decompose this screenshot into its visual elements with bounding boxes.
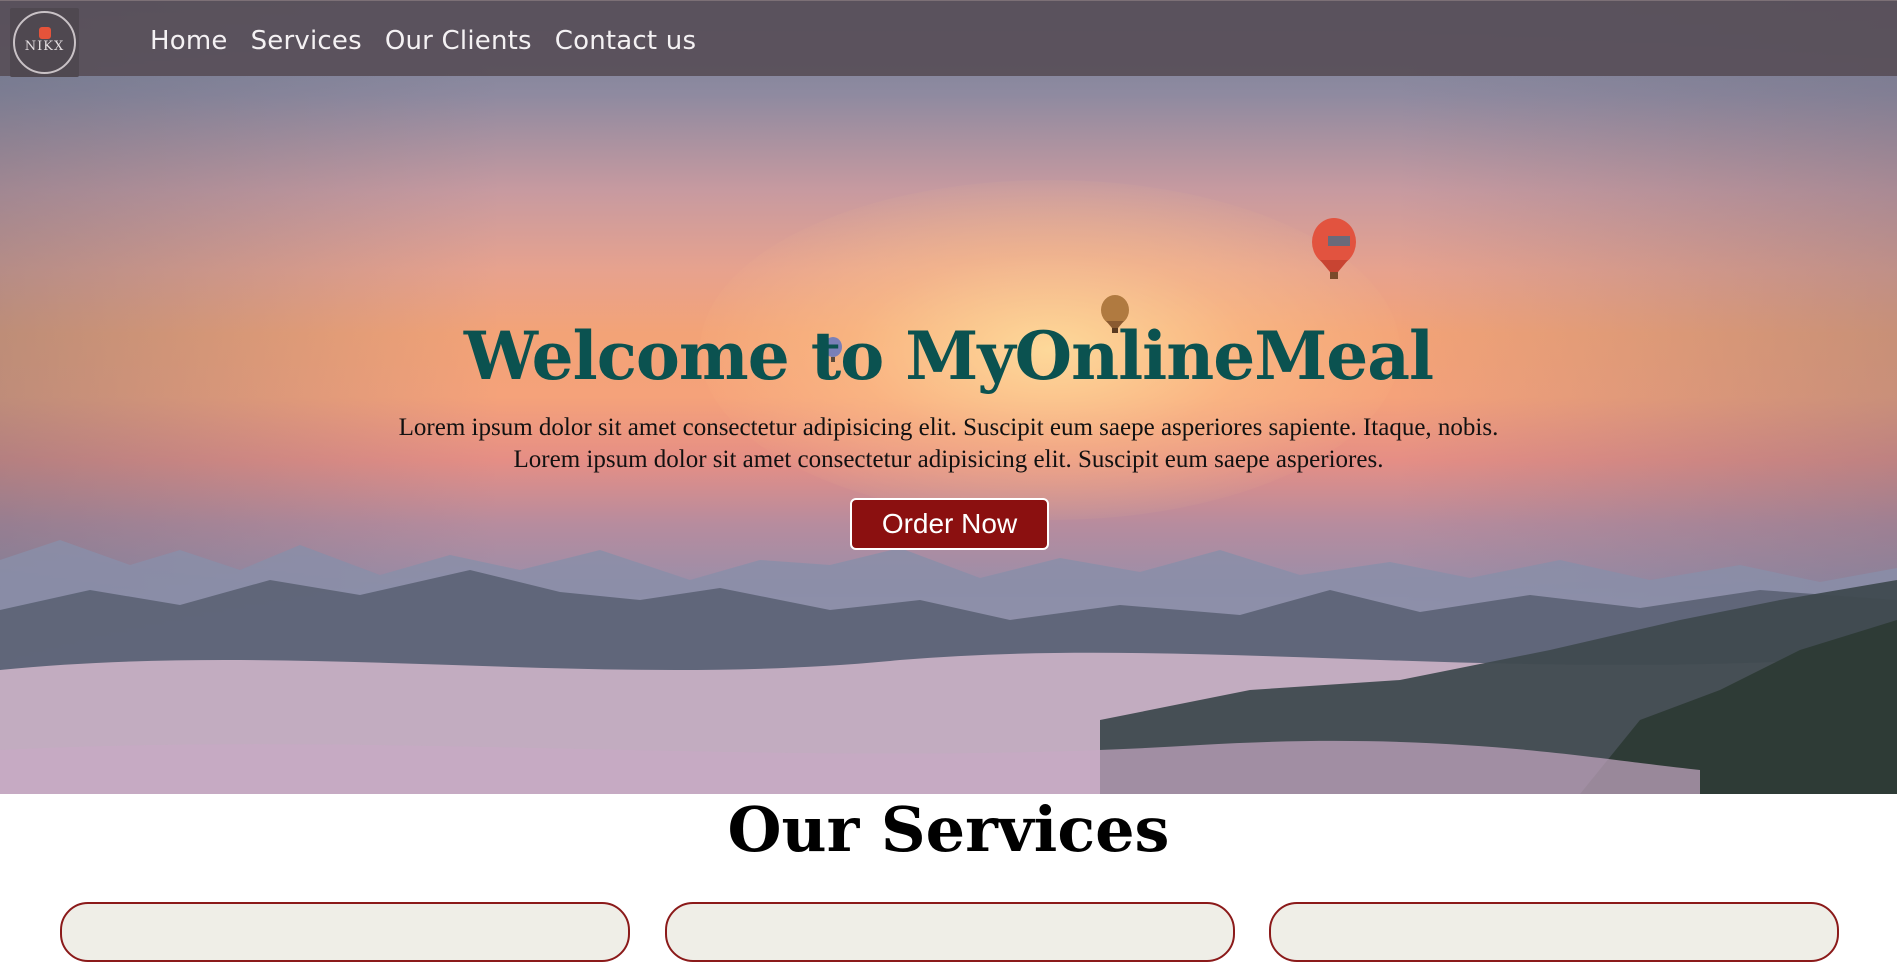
- logo-text: NIKX: [24, 39, 65, 54]
- hot-air-balloon-large: [1312, 218, 1356, 279]
- nav-link-contact-us[interactable]: Contact us: [555, 26, 696, 56]
- service-card-3[interactable]: [1269, 902, 1839, 962]
- site-logo[interactable]: NIKX: [10, 8, 79, 77]
- hero-description-line-2: Lorem ipsum dolor sit amet consectetur a…: [513, 446, 1384, 473]
- nav-link-our-clients[interactable]: Our Clients: [385, 26, 532, 56]
- hero-title: Welcome to MyOnlineMeal: [463, 317, 1434, 395]
- logo-subline: [44, 53, 45, 58]
- nav-links: Home Services Our Clients Contact us: [150, 26, 696, 56]
- hero-description-line-1: Lorem ipsum dolor sit amet consectetur a…: [398, 414, 1499, 441]
- navbar: NIKX Home Services Our Clients Contact u…: [0, 0, 1897, 77]
- nav-link-home[interactable]: Home: [150, 26, 228, 56]
- order-now-button[interactable]: Order Now: [850, 498, 1049, 550]
- logo-mark-icon: [38, 27, 51, 39]
- nav-link-services[interactable]: Services: [251, 26, 362, 56]
- hero-section: Welcome to MyOnlineMeal Lorem ipsum dolo…: [0, 0, 1897, 794]
- logo-badge: NIKX: [13, 11, 76, 74]
- mountains-background: [0, 540, 1897, 794]
- services-heading: Our Services: [727, 793, 1170, 866]
- hero-description: Lorem ipsum dolor sit amet consectetur a…: [0, 412, 1897, 476]
- service-card-2[interactable]: [665, 902, 1235, 962]
- service-card-1[interactable]: [60, 902, 630, 962]
